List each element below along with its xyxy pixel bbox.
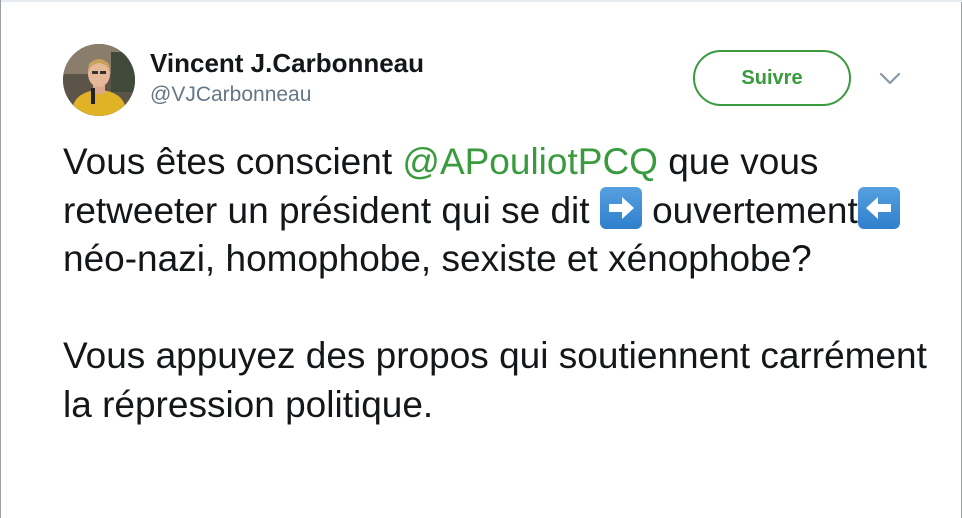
follow-button[interactable]: Suivre bbox=[693, 50, 851, 106]
card-top-border bbox=[1, 0, 962, 2]
mention-link[interactable]: @APouliotPCQ bbox=[402, 141, 658, 182]
avatar-photo bbox=[63, 44, 135, 116]
left-arrow-emoji-icon bbox=[857, 186, 900, 229]
tweet-paragraph-2: Vous appuyez des propos qui soutiennent … bbox=[63, 335, 927, 425]
tweet-card: Vincent J.Carbonneau @VJCarbonneau Suivr… bbox=[0, 0, 962, 518]
tweet-text-segment: néo-nazi, homophobe, sexiste et xénophob… bbox=[63, 238, 812, 279]
right-arrow-emoji-icon bbox=[599, 186, 642, 229]
tweet-text: Vous êtes conscient @APouliotPCQ que vou… bbox=[63, 138, 943, 429]
chevron-down-icon[interactable] bbox=[877, 68, 903, 88]
tweet-text-segment: ouvertement bbox=[652, 189, 858, 231]
avatar[interactable] bbox=[63, 44, 135, 116]
author-name[interactable]: Vincent J.Carbonneau bbox=[150, 47, 424, 79]
author-handle[interactable]: @VJCarbonneau bbox=[150, 82, 311, 108]
tweet-paragraph-1: Vous êtes conscient @APouliotPCQ que vou… bbox=[63, 138, 943, 284]
tweet-text-segment: Vous êtes conscient bbox=[63, 141, 403, 182]
